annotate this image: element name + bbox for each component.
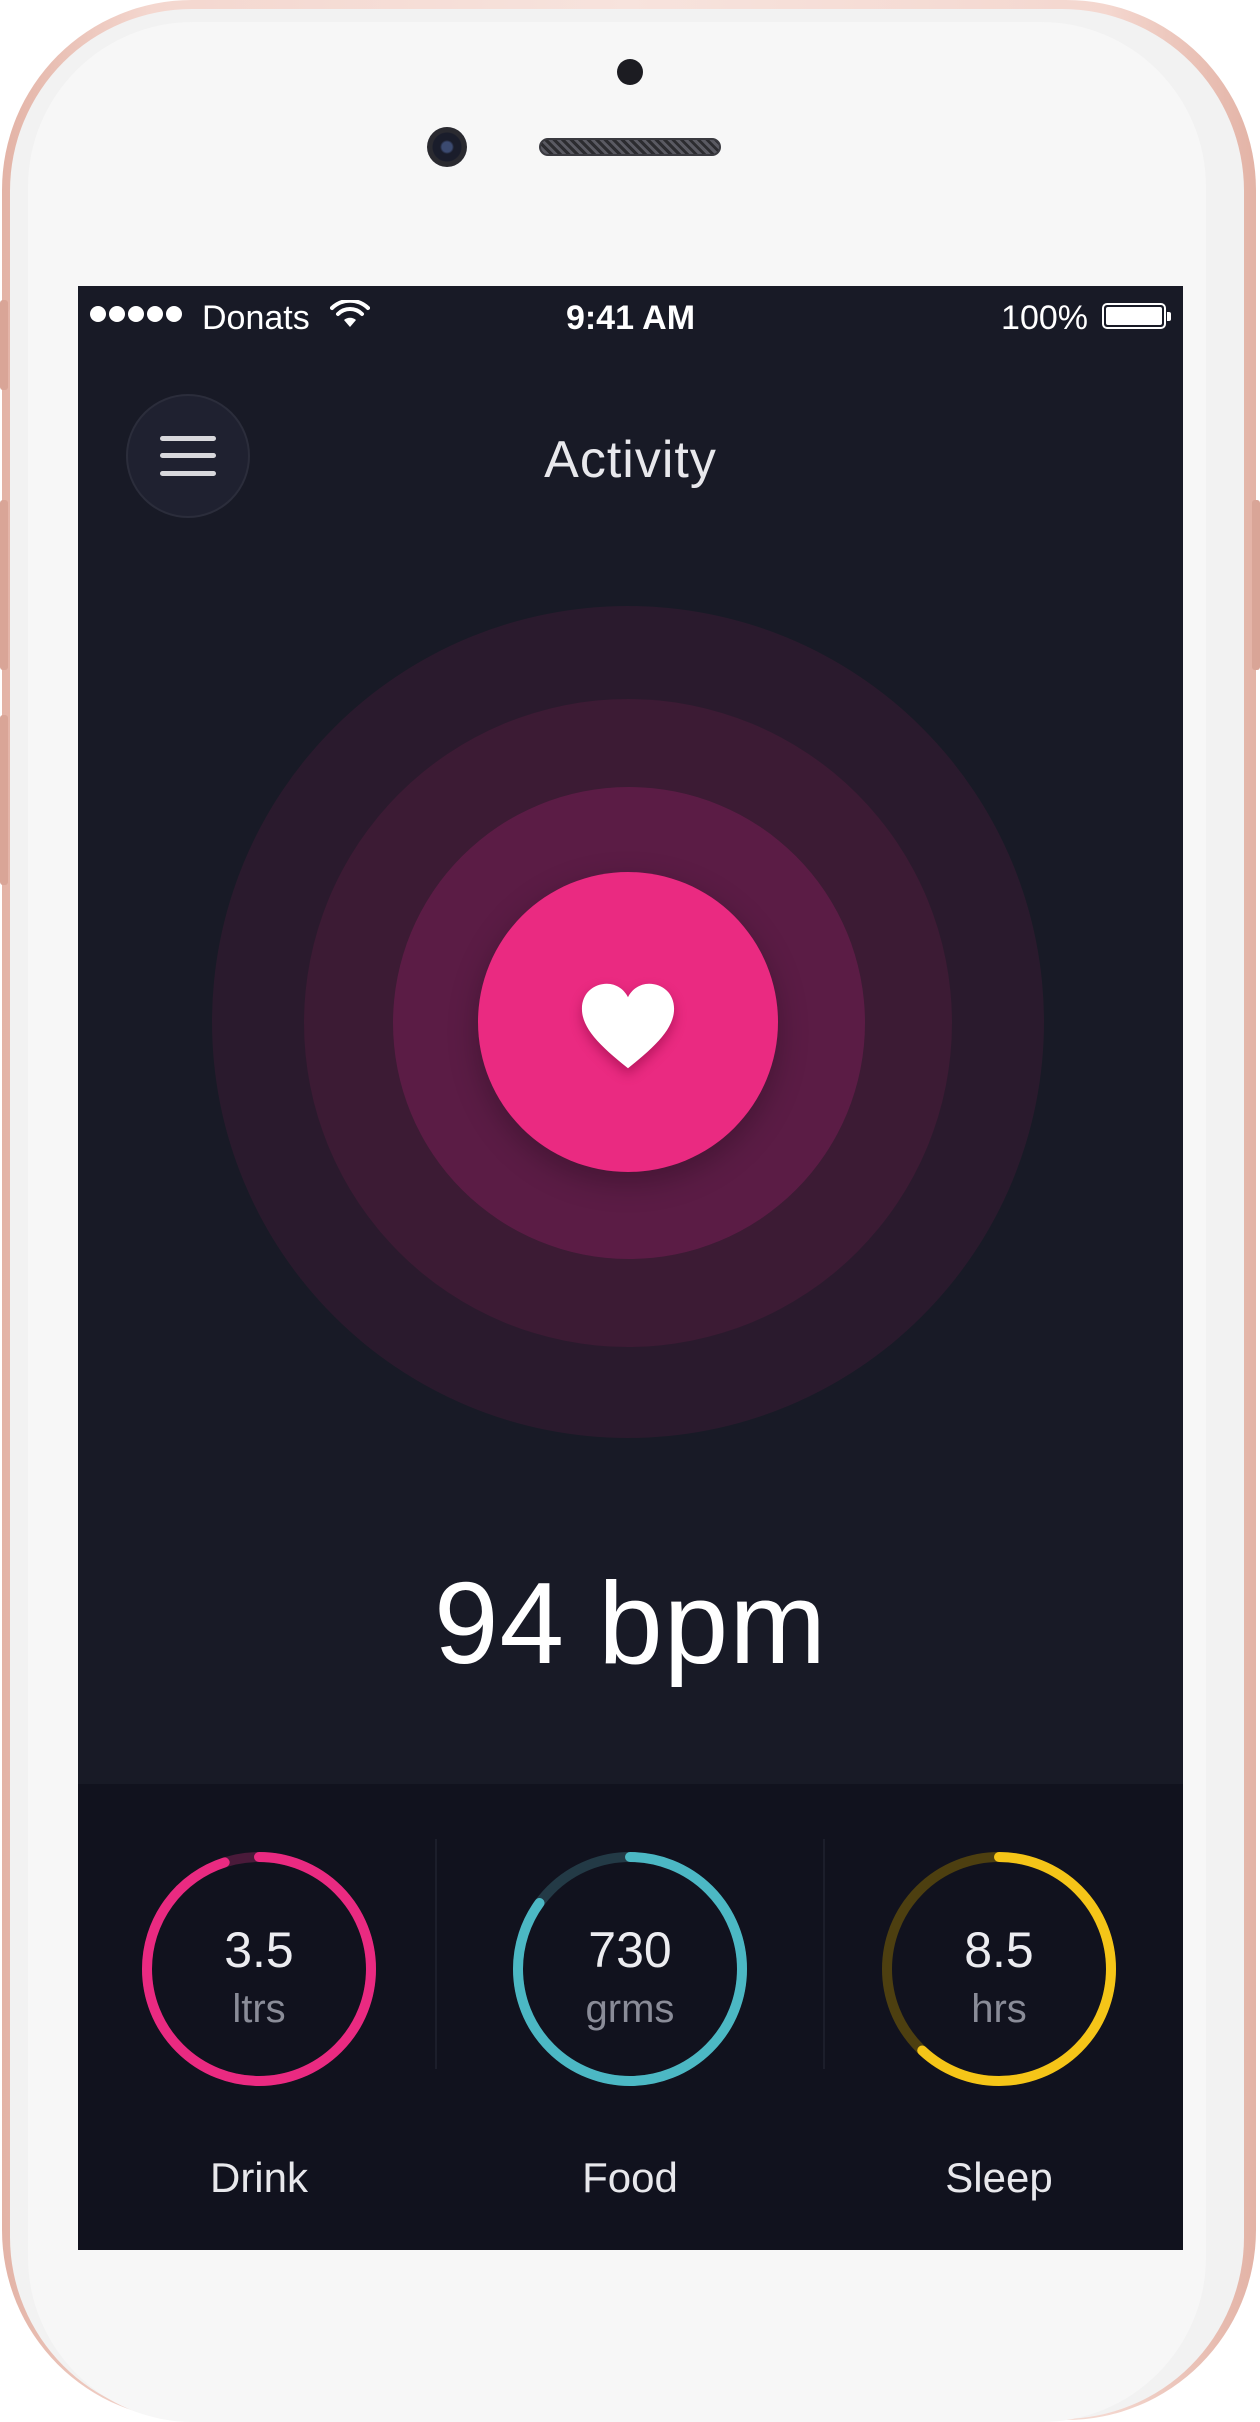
battery-icon bbox=[1102, 303, 1171, 329]
heart-rate-value: 94 bbox=[434, 1558, 566, 1688]
stats-panel: 3.5 ltrs Drink 730 grms Food 8.5 hrs Sle… bbox=[78, 1784, 1183, 2250]
volume-up-button bbox=[0, 500, 8, 670]
heart-rate-readout: 94 bpm bbox=[78, 1556, 1183, 1690]
drink-unit: ltrs bbox=[232, 1987, 286, 2031]
earpiece-speaker bbox=[539, 138, 721, 156]
food-value: 730 bbox=[588, 1922, 672, 1978]
page-title: Activity bbox=[544, 431, 717, 489]
mute-switch bbox=[0, 300, 8, 390]
food-label: Food bbox=[582, 2154, 678, 2201]
battery-percentage: 100% bbox=[1001, 299, 1088, 337]
stat-sleep[interactable]: 8.5 hrs Sleep bbox=[815, 1784, 1183, 2250]
sleep-value: 8.5 bbox=[964, 1922, 1034, 1978]
heart-icon bbox=[581, 983, 675, 1069]
volume-down-button bbox=[0, 715, 8, 885]
food-unit: grms bbox=[585, 1987, 675, 2031]
power-button bbox=[1252, 500, 1260, 670]
stat-food[interactable]: 730 grms Food bbox=[446, 1784, 814, 2250]
drink-value: 3.5 bbox=[224, 1922, 294, 1978]
status-bar: Donats 9:41 AM 100% bbox=[78, 286, 1183, 350]
front-camera bbox=[427, 127, 467, 167]
heart-rate-button[interactable] bbox=[478, 872, 778, 1172]
proximity-sensor bbox=[617, 59, 643, 85]
drink-label: Drink bbox=[209, 2154, 308, 2201]
heart-rate-unit: bpm bbox=[598, 1558, 827, 1688]
stat-drink[interactable]: 3.5 ltrs Drink bbox=[78, 1784, 443, 2250]
sleep-label: Sleep bbox=[945, 2154, 1053, 2201]
sleep-unit: hrs bbox=[971, 1987, 1027, 2031]
app-screen: Donats 9:41 AM 100% Activity 94 bpm 3.5 … bbox=[78, 286, 1183, 2250]
